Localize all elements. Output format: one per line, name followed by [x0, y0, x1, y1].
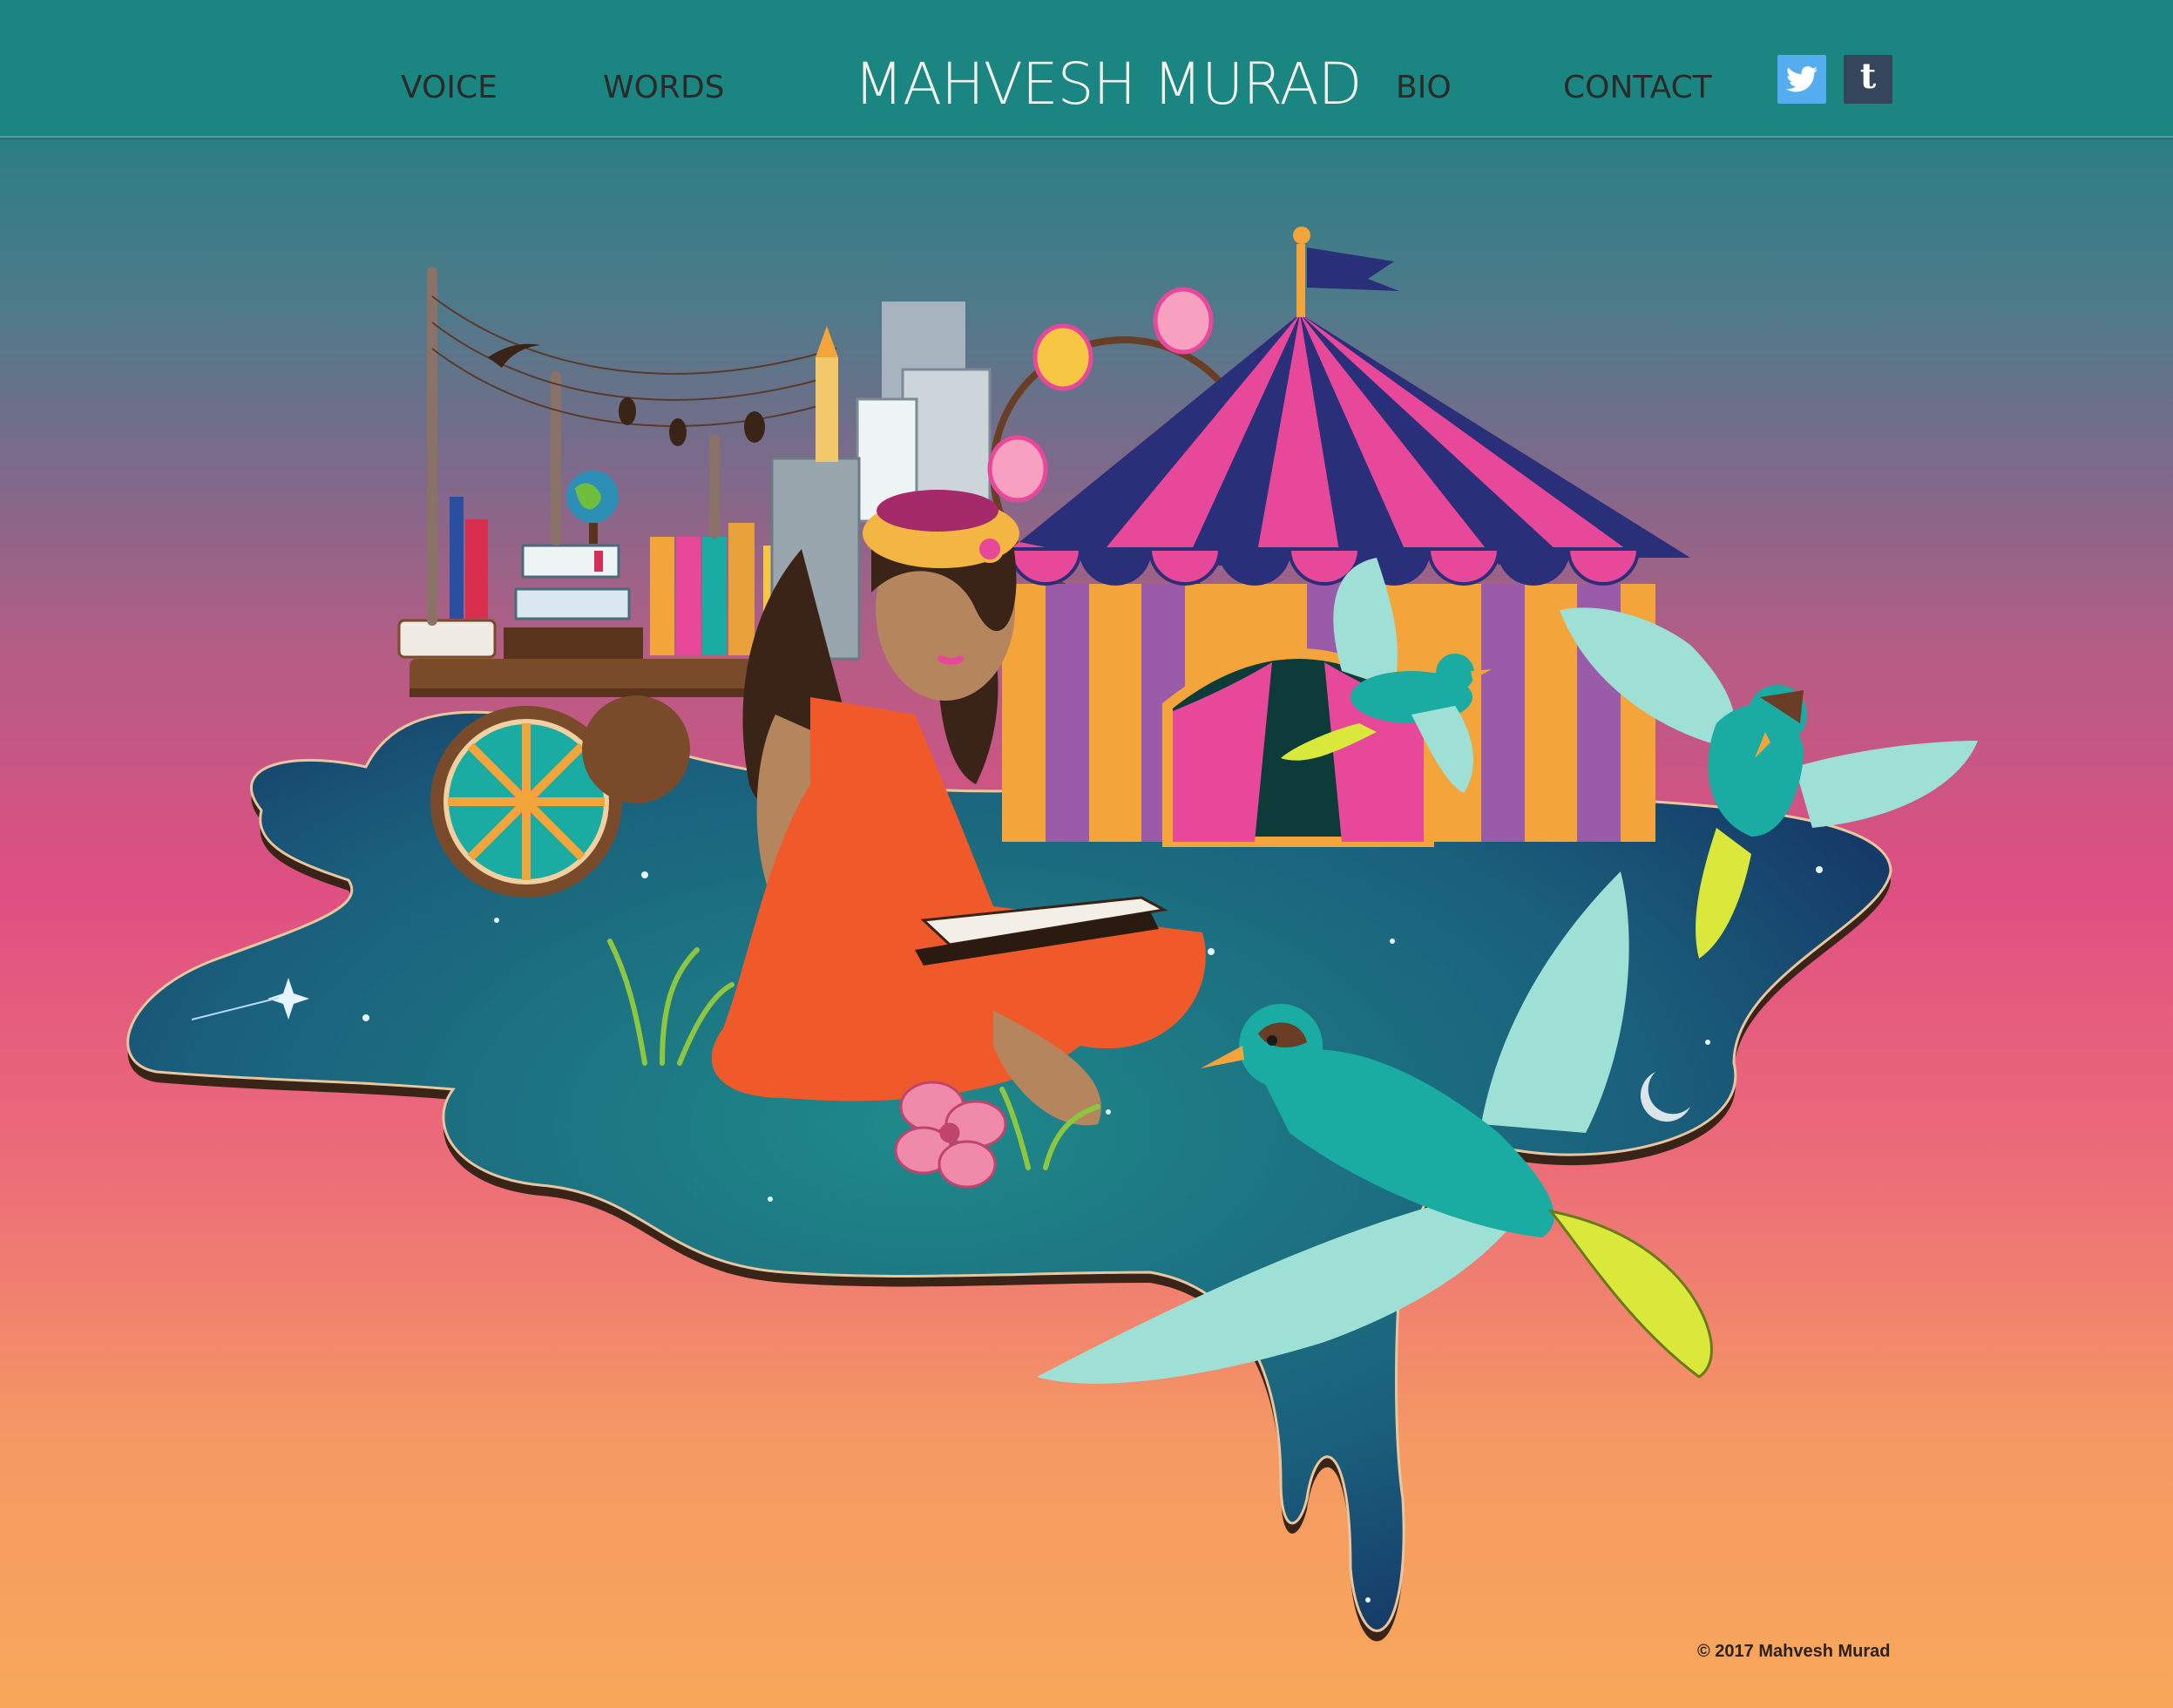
- nav-bio[interactable]: BIO: [1396, 70, 1452, 105]
- tumblr-link[interactable]: t: [1844, 55, 1892, 104]
- starry-puddle: [126, 710, 1892, 1632]
- nav-contact[interactable]: CONTACT: [1563, 70, 1712, 105]
- tumblr-icon: t: [1859, 56, 1877, 97]
- twitter-link[interactable]: [1777, 55, 1826, 104]
- nav-words[interactable]: WORDS: [603, 70, 725, 105]
- site-title[interactable]: MAHVESH MURAD: [854, 51, 1362, 118]
- copyright-text: © 2017 Mahvesh Murad: [1697, 1642, 1891, 1661]
- birds-silhouette: [488, 343, 765, 446]
- twitter-icon: [1786, 66, 1818, 92]
- circus-tent: [1002, 227, 1690, 847]
- hero-illustration: [126, 227, 1978, 1642]
- site-header: VOICE WORDS MAHVESH MURAD BIO CONTACT t: [0, 0, 2173, 138]
- nav-voice[interactable]: VOICE: [401, 70, 498, 105]
